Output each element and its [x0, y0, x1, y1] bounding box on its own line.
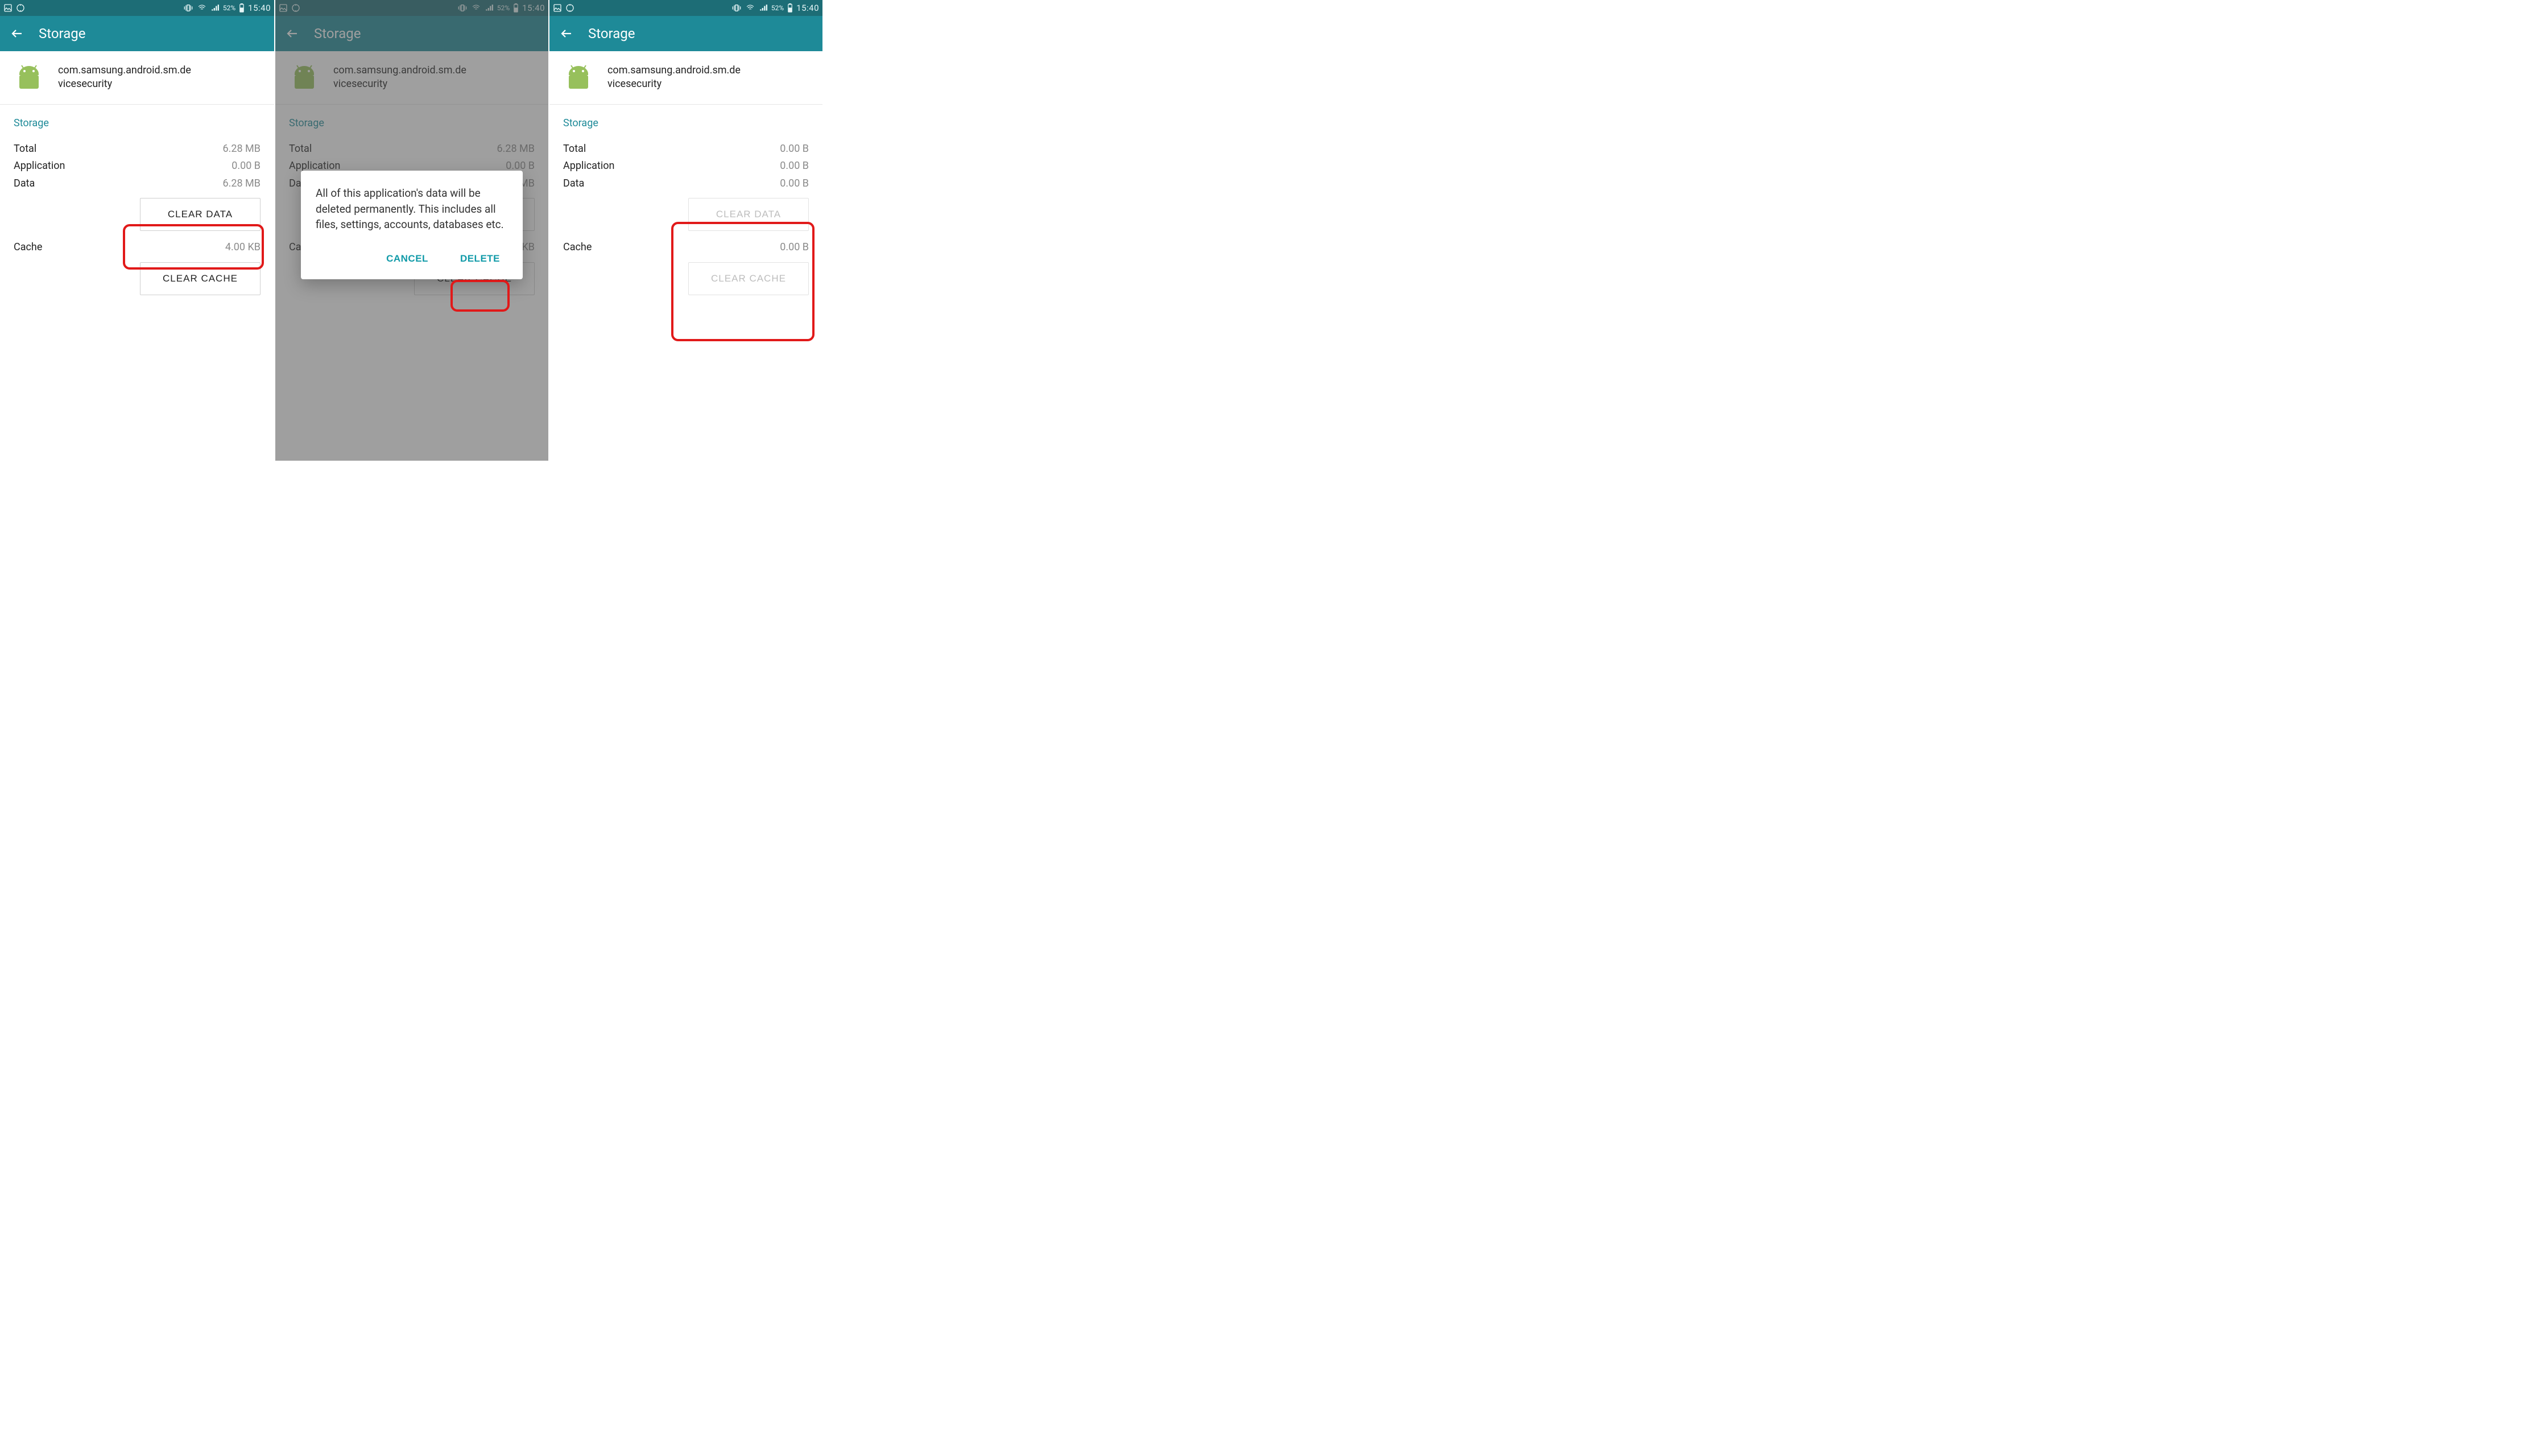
row-total: Total0.00 B — [563, 140, 809, 158]
sync-icon — [565, 3, 574, 13]
signal-icon — [759, 4, 768, 12]
clear-data-button: CLEAR DATA — [688, 198, 809, 231]
page-title: Storage — [39, 26, 85, 42]
cancel-button[interactable]: CANCEL — [381, 250, 434, 268]
value-cache: 0.00 B — [780, 239, 809, 257]
picture-icon — [553, 3, 562, 13]
battery-icon — [787, 3, 793, 13]
value-data: 0.00 B — [780, 175, 809, 193]
clock: 15:40 — [796, 3, 819, 13]
app-package-name: com.samsung.android.sm.devicesecurity — [58, 64, 191, 92]
clock: 15:40 — [248, 3, 271, 13]
clear-cache-button: CLEAR CACHE — [688, 262, 809, 295]
row-data: Data0.00 B — [563, 175, 809, 193]
battery-percent: 52% — [771, 4, 784, 12]
value-cache: 4.00 KB — [225, 239, 261, 257]
row-cache: Cache0.00 B — [563, 239, 809, 257]
wifi-icon — [745, 4, 755, 12]
app-bar: Storage — [549, 16, 822, 51]
wifi-icon — [197, 4, 207, 12]
android-icon — [14, 64, 44, 91]
status-bar: 52% 15:40 — [0, 0, 274, 16]
value-application: 0.00 B — [780, 158, 809, 175]
clear-cache-button[interactable]: CLEAR CACHE — [140, 262, 261, 295]
dialog-message: All of this application's data will be d… — [316, 185, 508, 233]
sync-icon — [16, 3, 25, 13]
android-icon — [563, 64, 594, 91]
signal-icon — [210, 4, 220, 12]
app-package-name: com.samsung.android.sm.devicesecurity — [607, 64, 741, 92]
picture-icon — [3, 3, 13, 13]
screen-1: 52% 15:40 Storage com.samsung.android.sm… — [0, 0, 274, 461]
page-title: Storage — [588, 26, 635, 42]
battery-icon — [239, 3, 245, 13]
value-total: 0.00 B — [780, 140, 809, 158]
battery-percent: 52% — [223, 4, 235, 12]
value-total: 6.28 MB — [223, 140, 261, 158]
screen-3: 52% 15:40 Storage com.samsung.android.sm… — [548, 0, 822, 461]
vibrate-icon — [731, 3, 742, 13]
app-header: com.samsung.android.sm.devicesecurity — [549, 51, 822, 105]
clear-data-button[interactable]: CLEAR DATA — [140, 198, 261, 231]
app-bar: Storage — [0, 16, 274, 51]
value-data: 6.28 MB — [223, 175, 261, 193]
row-application: Application0.00 B — [563, 158, 809, 175]
row-application: Application0.00 B — [14, 158, 261, 175]
screen-2: 52% 15:40 Storage com.samsung.android.sm… — [274, 0, 548, 461]
back-icon[interactable] — [10, 27, 24, 40]
value-application: 0.00 B — [231, 158, 261, 175]
vibrate-icon — [183, 3, 193, 13]
row-total: Total6.28 MB — [14, 140, 261, 158]
section-label-storage: Storage — [563, 117, 809, 129]
confirm-dialog: All of this application's data will be d… — [301, 171, 523, 279]
section-label-storage: Storage — [14, 117, 261, 129]
app-header: com.samsung.android.sm.devicesecurity — [0, 51, 274, 105]
back-icon[interactable] — [560, 27, 573, 40]
row-data: Data6.28 MB — [14, 175, 261, 193]
row-cache: Cache4.00 KB — [14, 239, 261, 257]
delete-button[interactable]: DELETE — [454, 250, 506, 268]
status-bar: 52% 15:40 — [549, 0, 822, 16]
